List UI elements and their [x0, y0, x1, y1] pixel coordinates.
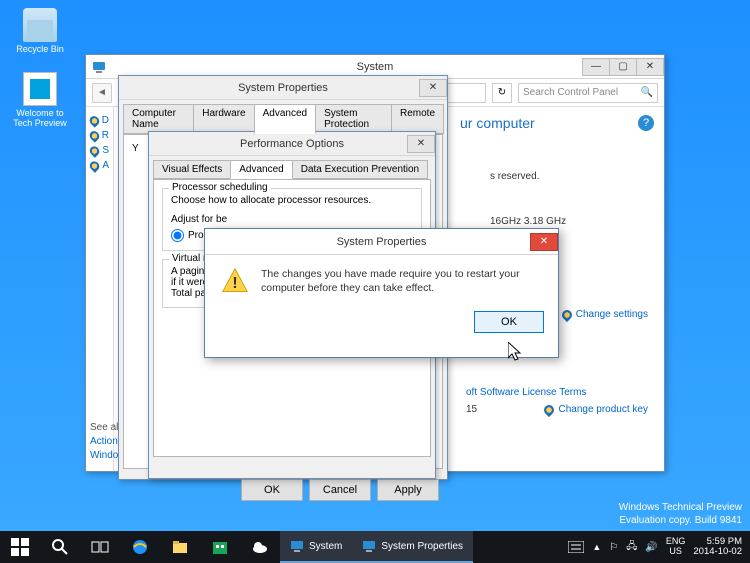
tray-language[interactable]: ENG US — [666, 537, 686, 557]
tab-dep[interactable]: Data Execution Prevention — [292, 160, 428, 179]
taskbar-task-system-properties[interactable]: System Properties — [352, 531, 473, 563]
tabstrip: Visual Effects Advanced Data Execution P… — [149, 156, 435, 179]
shield-icon — [560, 307, 574, 321]
tab-visual-effects[interactable]: Visual Effects — [153, 160, 231, 179]
messagebox-title: System Properties — [205, 236, 558, 248]
titlebar-messagebox[interactable]: System Properties ✕ — [205, 229, 558, 255]
search-input[interactable]: Search Control Panel 🔍 — [518, 83, 658, 103]
recycle-bin-icon — [23, 8, 57, 42]
tray-clock[interactable]: 5:59 PM 2014-10-02 — [693, 537, 742, 558]
tray-flag-icon[interactable]: ⚐ — [609, 542, 618, 553]
search-icon — [51, 538, 69, 556]
titlebar-system-properties[interactable]: System Properties ✕ — [119, 76, 447, 100]
rights-reserved-text: s reserved. — [490, 171, 648, 182]
refresh-icon: ↻ — [498, 87, 506, 98]
messagebox-restart-required: System Properties ✕ ! The changes you ha… — [204, 228, 559, 358]
window-title: System — [86, 61, 664, 73]
computer-icon — [92, 60, 106, 74]
tab-computer-name[interactable]: Computer Name — [123, 104, 194, 134]
tab-remote[interactable]: Remote — [391, 104, 444, 134]
search-placeholder: Search Control Panel — [523, 87, 618, 98]
desktop-icon-recycle-bin[interactable]: Recycle Bin — [10, 8, 70, 54]
shield-icon — [88, 144, 102, 158]
taskbar-explorer[interactable] — [160, 531, 200, 563]
change-settings-link[interactable]: Change settings — [562, 309, 648, 320]
sidebar-item[interactable]: S — [86, 143, 113, 158]
tab-advanced[interactable]: Advanced — [230, 160, 292, 179]
radio-programs-input[interactable] — [171, 229, 184, 242]
tabstrip: Computer Name Hardware Advanced System P… — [119, 100, 447, 134]
start-button[interactable] — [0, 531, 40, 563]
store-icon — [211, 538, 229, 556]
ok-button[interactable]: OK — [474, 311, 544, 333]
license-terms-link[interactable]: oft Software License Terms — [466, 387, 648, 398]
close-button[interactable]: ✕ — [636, 58, 664, 76]
taskbar-store[interactable] — [200, 531, 240, 563]
close-button[interactable]: ✕ — [419, 79, 447, 97]
sidebar: D R S A See also Action C Window — [86, 107, 114, 471]
taskbar-task-system[interactable]: System — [280, 531, 352, 563]
page-heading: ur computer — [460, 115, 648, 131]
svg-text:!: ! — [232, 275, 237, 292]
watermark: Windows Technical Preview Evaluation cop… — [619, 502, 742, 527]
taskbar-onedrive[interactable] — [240, 531, 280, 563]
desktop-icon-label: Welcome to Tech Preview — [10, 108, 70, 128]
ok-button[interactable]: OK — [241, 479, 303, 501]
search-icon: 🔍 — [641, 87, 653, 98]
ie-icon — [131, 538, 149, 556]
cloud-icon — [251, 538, 269, 556]
tray-volume-icon[interactable]: 🔊 — [645, 542, 657, 553]
desktop-icon-label: Recycle Bin — [10, 44, 70, 54]
change-product-key-link[interactable]: Change product key — [544, 404, 648, 415]
titlebar-performance-options[interactable]: Performance Options ✕ — [149, 132, 435, 156]
product-id-value: 15 — [466, 404, 477, 415]
tab-advanced[interactable]: Advanced — [254, 104, 316, 134]
watermark-line: Evaluation copy. Build 9841 — [619, 515, 742, 528]
dialog-title: Performance Options — [149, 138, 435, 150]
help-icon[interactable]: ? — [638, 115, 654, 131]
dialog-title: System Properties — [119, 82, 447, 94]
nav-back-button[interactable]: ◄ — [92, 83, 112, 103]
shield-icon — [88, 114, 101, 127]
sidebar-item[interactable]: A — [86, 158, 113, 173]
apply-button[interactable]: Apply — [377, 479, 439, 501]
taskbar-ie[interactable] — [120, 531, 160, 563]
maximize-button[interactable]: ▢ — [609, 58, 637, 76]
task-view-button[interactable] — [80, 531, 120, 563]
taskbar: System System Properties ▲ ⚐ 🖧 🔊 ENG US … — [0, 531, 750, 563]
shield-icon — [88, 159, 102, 173]
group-desc: Choose how to allocate processor resourc… — [171, 195, 413, 206]
windows-logo-icon — [11, 538, 29, 556]
minimize-button[interactable]: — — [582, 58, 610, 76]
tab-hardware[interactable]: Hardware — [193, 104, 254, 134]
tray-chevron-icon[interactable]: ▲ — [592, 542, 601, 552]
computer-icon — [290, 539, 304, 553]
group-title: Processor scheduling — [169, 182, 271, 193]
task-view-icon — [91, 538, 109, 556]
refresh-button[interactable]: ↻ — [492, 83, 512, 103]
tray-network-icon[interactable]: 🖧 — [626, 539, 637, 556]
keyboard-icon[interactable] — [568, 541, 584, 553]
shield-icon — [542, 402, 556, 416]
sidebar-item[interactable]: D — [86, 113, 113, 128]
shield-icon — [88, 129, 101, 142]
processor-value: 16GHz 3.18 GHz — [490, 216, 566, 227]
sidebar-item[interactable]: R — [86, 128, 113, 143]
search-button[interactable] — [40, 531, 80, 563]
messagebox-text: The changes you have made require you to… — [261, 267, 542, 295]
system-tray: ▲ ⚐ 🖧 🔊 ENG US 5:59 PM 2014-10-02 — [560, 531, 750, 563]
computer-icon — [362, 539, 376, 553]
watermark-line: Windows Technical Preview — [619, 502, 742, 515]
tab-system-protection[interactable]: System Protection — [315, 104, 392, 134]
desktop-icon-welcome[interactable]: Welcome to Tech Preview — [10, 72, 70, 128]
welcome-icon — [23, 72, 57, 106]
warning-icon: ! — [221, 267, 249, 295]
close-button[interactable]: ✕ — [407, 135, 435, 153]
close-button[interactable]: ✕ — [530, 233, 558, 251]
folder-icon — [171, 538, 189, 556]
cancel-button[interactable]: Cancel — [309, 479, 371, 501]
adjust-label: Adjust for be — [171, 214, 413, 225]
